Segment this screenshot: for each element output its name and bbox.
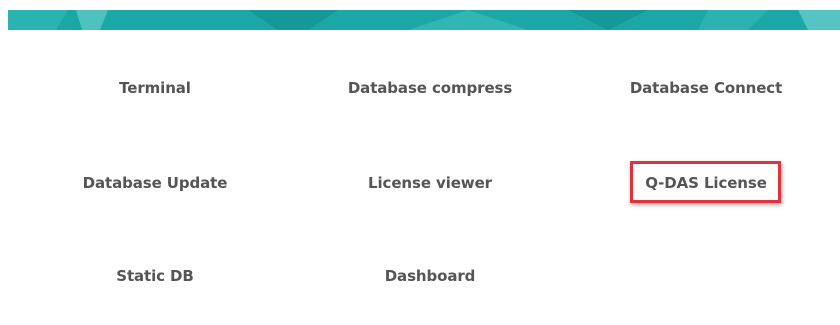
qdas-license-label: Q-DAS License [645,174,767,192]
static-db-button[interactable]: Static DB [40,256,270,296]
terminal-button[interactable]: Terminal [40,68,270,108]
dashboard-button[interactable]: Dashboard [315,256,545,296]
database-compress-button[interactable]: Database compress [315,68,545,108]
database-compress-label: Database compress [347,79,513,97]
license-viewer-button[interactable]: License viewer [315,163,545,203]
license-viewer-label: License viewer [368,174,492,192]
qdas-license-button[interactable]: Q-DAS License [591,163,821,203]
dashboard-label: Dashboard [384,267,476,285]
tool-menu-page: Terminal Database compress Database Conn… [0,0,840,325]
tool-grid: Terminal Database compress Database Conn… [0,0,840,325]
static-db-label: Static DB [116,267,194,285]
terminal-label: Terminal [119,79,191,97]
database-connect-button[interactable]: Database Connect [591,68,821,108]
database-connect-label: Database Connect [629,79,783,97]
database-update-button[interactable]: Database Update [40,163,270,203]
database-update-label: Database Update [82,174,228,192]
